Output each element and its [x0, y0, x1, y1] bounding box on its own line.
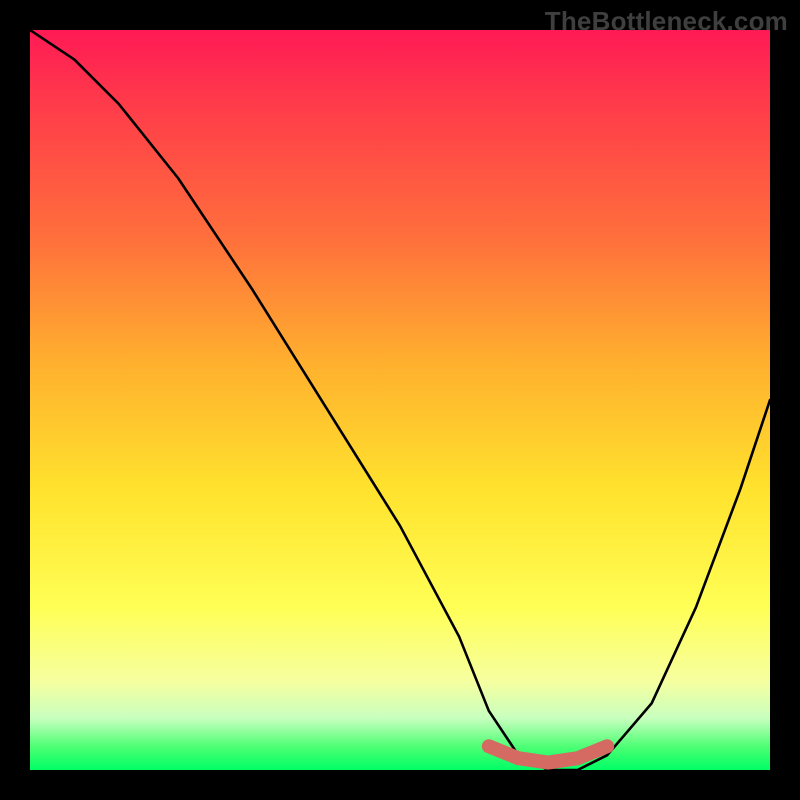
plot-area	[30, 30, 770, 770]
curve-layer	[30, 30, 770, 770]
watermark-text: TheBottleneck.com	[545, 6, 788, 37]
bottleneck-curve	[30, 30, 770, 770]
valley-highlight	[489, 746, 607, 762]
chart-frame: TheBottleneck.com	[0, 0, 800, 800]
